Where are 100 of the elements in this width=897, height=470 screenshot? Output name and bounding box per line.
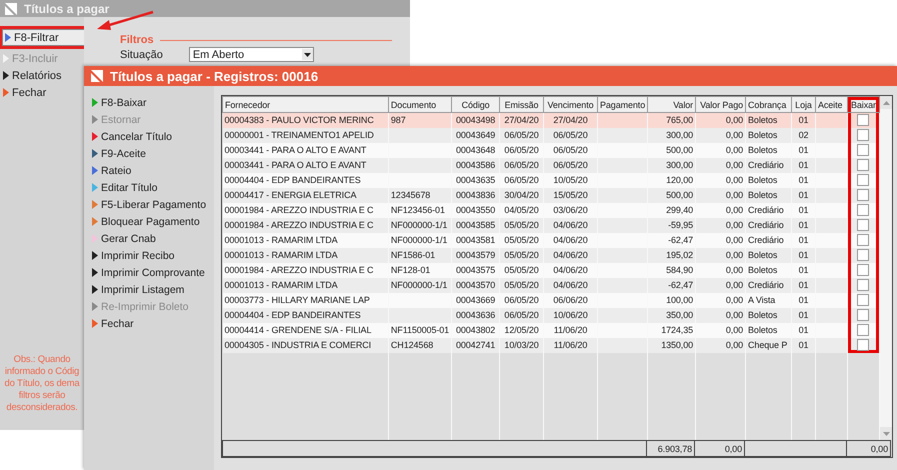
table-cell: NF000000-1/1 <box>388 278 452 292</box>
column-header[interactable]: Emissão <box>500 96 544 112</box>
table-cell: 05/05/20 <box>500 262 544 278</box>
table-cell: Boletos <box>746 128 792 142</box>
table-cell: 05/05/20 <box>500 248 544 262</box>
table-cell: 06/05/20 <box>500 308 544 322</box>
menu-item[interactable]: Imprimir Comprovante <box>89 264 214 281</box>
table-cell: 00004404 - EDP BANDEIRANTES <box>222 308 388 322</box>
table-cell: 06/05/20 <box>500 142 544 158</box>
table-cell: 765,00 <box>648 112 696 128</box>
column-header[interactable]: Baixar <box>847 96 880 112</box>
menu-item[interactable]: Imprimir Recibo <box>89 247 214 264</box>
table-cell: 195,02 <box>648 248 696 262</box>
menu-item[interactable]: Cancelar Título <box>89 128 214 145</box>
menu-item[interactable]: F5-Liberar Pagamento <box>89 196 214 213</box>
table-cell: 0,00 <box>696 142 746 158</box>
table-cell: 00042741 <box>452 338 500 352</box>
table-cell: 30/04/20 <box>500 188 544 202</box>
total-cell: 0,00 <box>846 440 890 456</box>
table-cell: Boletos <box>746 248 792 262</box>
table-cell: Crediário <box>746 232 792 248</box>
table-cell: 10/05/20 <box>544 172 598 188</box>
table-cell: Boletos <box>746 142 792 158</box>
table-cell: 300,00 <box>648 158 696 172</box>
status-dropdown[interactable]: Em Aberto <box>188 47 314 62</box>
table-cell: 500,00 <box>648 142 696 158</box>
table-cell: A Vista <box>746 292 792 308</box>
table-cell: 00004383 - PAULO VICTOR MERINC <box>222 112 388 128</box>
menu-item[interactable]: Editar Título <box>89 179 214 196</box>
menu-item[interactable]: Gerar Cnab <box>89 230 214 247</box>
table-cell: 299,40 <box>648 202 696 218</box>
table-cell: 0,00 <box>696 322 746 338</box>
table-cell: 0,00 <box>696 278 746 292</box>
table-cell: Boletos <box>746 308 792 322</box>
table-cell: 04/06/20 <box>544 262 598 278</box>
table-cell: 00043669 <box>452 292 500 308</box>
menu-item[interactable]: Bloquear Pagamento <box>89 213 214 230</box>
column-header[interactable]: Fornecedor <box>222 96 388 112</box>
table-cell: 05/05/20 <box>500 232 544 248</box>
menu-item[interactable]: Relatórios <box>0 67 84 84</box>
column-header[interactable]: Pagamento <box>597 96 648 112</box>
table-cell: 00043581 <box>452 232 500 248</box>
table-cell: 584,90 <box>648 262 696 278</box>
table-cell: 00003441 - PARA O ALTO E AVANT <box>222 158 388 172</box>
column-header[interactable]: Cobrança <box>746 96 792 112</box>
column-header[interactable]: Valor Pago <box>696 96 746 112</box>
window-title: Títulos a pagar <box>24 2 110 16</box>
table-cell: 12345678 <box>388 188 452 202</box>
table-cell: 0,00 <box>696 158 746 172</box>
column-header[interactable]: Código <box>452 96 500 112</box>
note-text: do Título, os dema <box>4 378 80 390</box>
table-cell: 00001984 - AREZZO INDUSTRIA E C <box>222 218 388 232</box>
menu-item[interactable]: Rateio <box>89 162 214 179</box>
table-cell: -59,95 <box>648 218 696 232</box>
table-cell: 00001013 - RAMARIM LTDA <box>222 248 388 262</box>
table-cell: NF123456-01 <box>388 202 452 218</box>
note-text: Obs.: Quando <box>14 354 70 366</box>
table-cell: 0,00 <box>696 202 746 218</box>
table-cell: 03/06/20 <box>544 202 598 218</box>
table-cell: 500,00 <box>648 188 696 202</box>
table-cell: 04/06/20 <box>544 278 598 292</box>
table-cell: 0,00 <box>696 172 746 188</box>
table-cell: 11/06/20 <box>544 322 598 338</box>
table-cell: -62,47 <box>648 278 696 292</box>
menu-item[interactable]: Fechar <box>89 315 214 332</box>
table-cell: 0,00 <box>696 218 746 232</box>
table-cell: 0,00 <box>696 308 746 322</box>
table-cell: NF1150005-01 <box>388 322 452 338</box>
table-cell: 0,00 <box>696 262 746 278</box>
menu-item[interactable]: F9-Aceite <box>89 145 214 162</box>
table-cell: 10/06/20 <box>544 308 598 322</box>
menu-item[interactable]: F8-Baixar <box>89 94 214 111</box>
table-cell: 00043575 <box>452 262 500 278</box>
table-cell: 00043579 <box>452 248 500 262</box>
column-header[interactable]: Valor <box>648 96 696 112</box>
table-cell: 0,00 <box>696 248 746 262</box>
column-header[interactable]: Documento <box>388 96 452 112</box>
table-cell: 10/03/20 <box>500 338 544 352</box>
total-cell: 6.903,78 <box>646 440 694 456</box>
table-cell: 04/06/20 <box>544 248 598 262</box>
table-cell: Crediário <box>746 218 792 232</box>
table-cell: 00043585 <box>452 218 500 232</box>
table-cell: 06/05/20 <box>500 128 544 142</box>
table-cell: 0,00 <box>696 128 746 142</box>
table-cell: 00043648 <box>452 142 500 158</box>
column-header[interactable]: Aceite <box>815 96 848 112</box>
table-cell: 04/05/20 <box>500 202 544 218</box>
table-cell: 06/05/20 <box>544 158 598 172</box>
table-cell: 300,00 <box>648 128 696 142</box>
table-cell: 00043550 <box>452 202 500 218</box>
table-cell: 0,00 <box>696 292 746 308</box>
table-cell: 00004404 - EDP BANDEIRANTES <box>222 172 388 188</box>
menu-item[interactable]: Fechar <box>0 84 84 101</box>
column-header[interactable]: Vencimento <box>544 96 598 112</box>
column-header[interactable]: Loja <box>792 96 816 112</box>
table-cell: 05/05/20 <box>500 278 544 292</box>
table-cell: 06/05/20 <box>544 128 598 142</box>
table-cell: 00043802 <box>452 322 500 338</box>
table-cell: 06/06/20 <box>544 292 598 308</box>
menu-item[interactable]: Imprimir Listagem <box>89 281 214 298</box>
